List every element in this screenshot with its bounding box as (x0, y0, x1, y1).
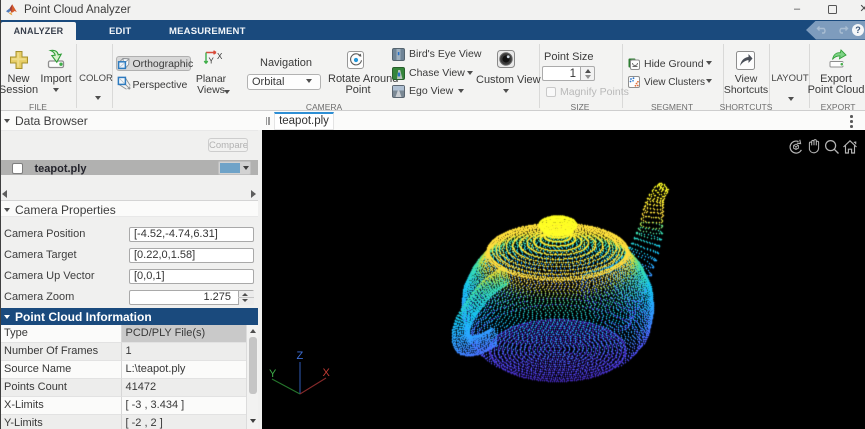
svg-text:X: X (323, 367, 331, 379)
svg-text:X: X (217, 52, 223, 61)
svg-text:Z: Z (297, 350, 304, 362)
svg-text:Y: Y (209, 57, 215, 66)
svg-text:Y: Y (269, 368, 277, 380)
